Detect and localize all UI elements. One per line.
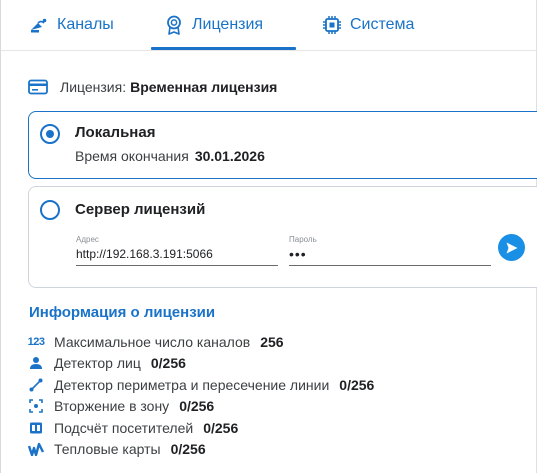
info-item-value: 0/256	[170, 441, 206, 458]
info-item-label: Детектор лиц	[54, 355, 141, 372]
password-label: Пароль	[289, 235, 317, 244]
info-item-value: 0/256	[339, 376, 375, 393]
list-item: Тепловые карты 0/256	[28, 439, 374, 461]
local-license-option[interactable]: Локальная Время окончания 30.01.2026	[28, 111, 537, 179]
license-panel: Каналы Лицензия Система Лицензия: Времен…	[0, 0, 537, 473]
counter-icon	[28, 420, 44, 436]
license-info-list: 123 Максимальное число каналов 256 Детек…	[28, 331, 375, 461]
active-tab-indicator	[151, 47, 296, 50]
list-item: Детектор периметра и пересечение линии 0…	[28, 374, 374, 396]
tab-system[interactable]: Система	[322, 0, 414, 50]
tab-channels[interactable]: Каналы	[29, 0, 114, 50]
info-item-value: 0/256	[203, 419, 239, 436]
123-icon: 123	[27, 335, 45, 348]
connect-button[interactable]	[498, 234, 525, 261]
heatmap-icon	[28, 441, 44, 457]
server-title: Сервер лицензий	[75, 201, 206, 218]
tab-license-label: Лицензия	[192, 16, 264, 33]
person-icon	[28, 355, 44, 371]
server-radio[interactable]	[40, 200, 60, 220]
address-label: Адрес	[76, 235, 99, 244]
info-item-label: Детектор периметра и пересечение линии	[54, 376, 330, 393]
local-radio[interactable]	[40, 124, 60, 144]
license-label: Лицензия:	[60, 79, 127, 95]
server-license-option[interactable]: Сервер лицензий Адрес http://192.168.3.1…	[28, 186, 537, 288]
password-input[interactable]: •••	[289, 247, 491, 266]
tab-license[interactable]: Лицензия	[164, 0, 263, 50]
tab-system-label: Система	[350, 16, 415, 33]
password-field[interactable]: Пароль •••	[289, 235, 491, 266]
info-item-label: Тепловые карты	[54, 441, 161, 458]
info-item-value: 0/256	[179, 398, 215, 415]
send-arrow-icon	[505, 241, 519, 255]
tab-bar: Каналы Лицензия Система	[1, 0, 537, 51]
list-item: Вторжение в зону 0/256	[28, 396, 374, 418]
info-item-label: Подсчёт посетителей	[54, 419, 194, 436]
cpu-chip-icon	[322, 15, 342, 35]
license-value: Временная лицензия	[130, 79, 278, 95]
award-icon	[164, 15, 184, 35]
local-title: Локальная	[75, 124, 156, 141]
info-item-value: 256	[260, 333, 284, 350]
expiry-label: Время окончания	[75, 148, 189, 164]
expiry-value: 30.01.2026	[194, 148, 265, 164]
satellite-dish-icon	[29, 15, 49, 35]
info-item-label: Максимальное число каналов	[54, 333, 251, 350]
info-item-label: Вторжение в зону	[54, 398, 170, 415]
tab-channels-label: Каналы	[57, 16, 114, 33]
license-info-title: Информация о лицензии	[29, 304, 216, 321]
zone-intrusion-icon	[28, 398, 44, 414]
list-item: Подсчёт посетителей 0/256	[28, 417, 374, 439]
expiry-row: Время окончания 30.01.2026	[75, 148, 265, 164]
list-item: Детектор лиц 0/256	[28, 353, 374, 375]
address-field[interactable]: Адрес http://192.168.3.191:5066	[76, 235, 278, 266]
info-item-value: 0/256	[150, 355, 186, 372]
list-item: 123 Максимальное число каналов 256	[28, 331, 374, 353]
address-input[interactable]: http://192.168.3.191:5066	[76, 247, 278, 266]
credit-card-icon	[28, 79, 48, 95]
license-type-row: Лицензия: Временная лицензия	[28, 77, 277, 97]
line-crossing-icon	[28, 377, 44, 393]
